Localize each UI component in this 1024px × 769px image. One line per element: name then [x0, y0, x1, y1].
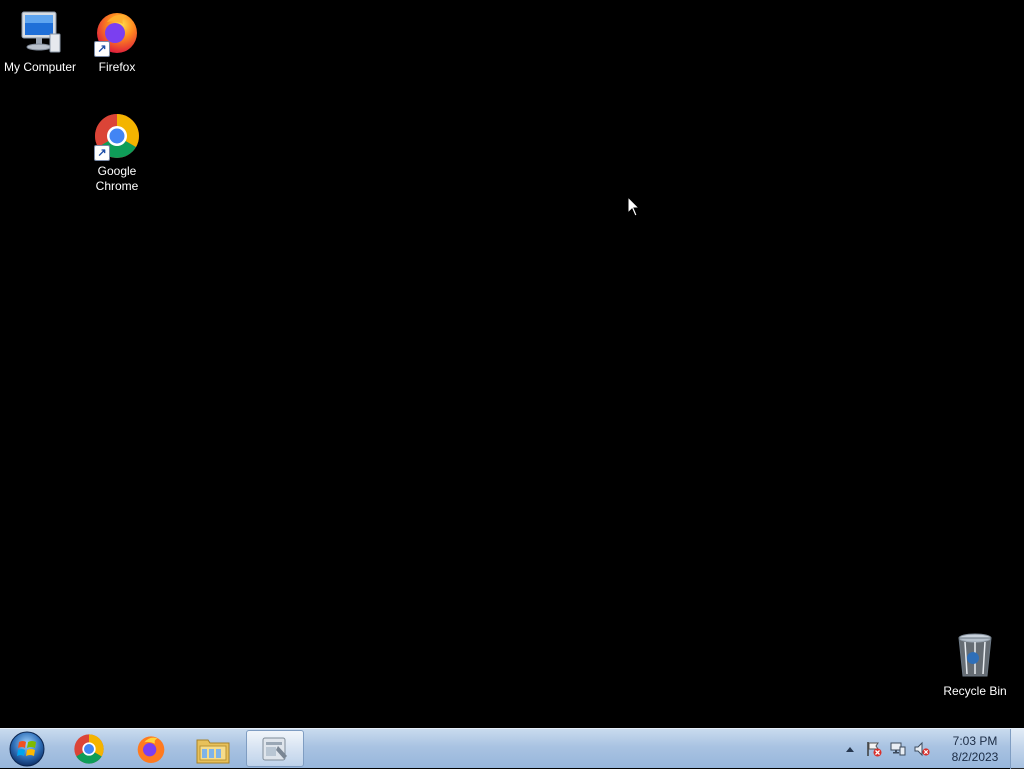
taskbar-control-panel-button[interactable] [246, 730, 304, 767]
mouse-pointer-icon [628, 197, 640, 217]
desktop-icon-firefox[interactable]: ↗ Firefox [77, 8, 157, 75]
volume-muted-icon[interactable] [914, 741, 930, 757]
desktop-icon-label: Recycle Bin [943, 684, 1007, 698]
desktop[interactable]: My Computer ↗ Firefox ↗ Google Chrome Re… [0, 0, 1024, 728]
desktop-icon-recycle-bin[interactable]: Recycle Bin [935, 632, 1015, 699]
taskbar-chrome-button[interactable] [60, 730, 118, 767]
firefox-icon [137, 735, 165, 763]
show-desktop-button[interactable] [1010, 729, 1024, 769]
show-hidden-icons-arrow-icon[interactable] [844, 741, 856, 757]
action-center-flag-icon[interactable] [866, 741, 882, 757]
control-panel-icon [262, 737, 287, 760]
shortcut-arrow-icon: ↗ [94, 145, 110, 161]
desktop-icon-my-computer[interactable]: My Computer [0, 8, 80, 75]
system-tray: 7:03 PM 8/2/2023 [840, 729, 1010, 769]
file-explorer-icon [196, 739, 230, 763]
recycle-bin-icon [951, 632, 999, 680]
shortcut-arrow-icon: ↗ [94, 41, 110, 57]
desktop-icon-google-chrome[interactable]: ↗ Google Chrome [77, 112, 157, 194]
start-button[interactable] [4, 730, 50, 768]
desktop-icon-label: Firefox [98, 60, 136, 74]
taskbar-file-explorer-button[interactable] [184, 730, 242, 767]
network-icon[interactable] [890, 741, 906, 757]
computer-icon [16, 8, 64, 56]
chrome-icon: ↗ [93, 112, 141, 161]
desktop-icon-label: My Computer [3, 60, 77, 74]
clock[interactable]: 7:03 PM 8/2/2023 [940, 733, 1010, 765]
desktop-icon-label: Google Chrome [95, 164, 139, 193]
chrome-icon [74, 733, 104, 764]
clock-date: 8/2/2023 [951, 750, 999, 764]
windows-start-orb-icon [9, 731, 45, 767]
firefox-icon: ↗ [93, 8, 141, 57]
clock-time: 7:03 PM [952, 734, 998, 748]
taskbar-firefox-button[interactable] [122, 730, 180, 767]
taskbar: 7:03 PM 8/2/2023 [0, 728, 1024, 769]
